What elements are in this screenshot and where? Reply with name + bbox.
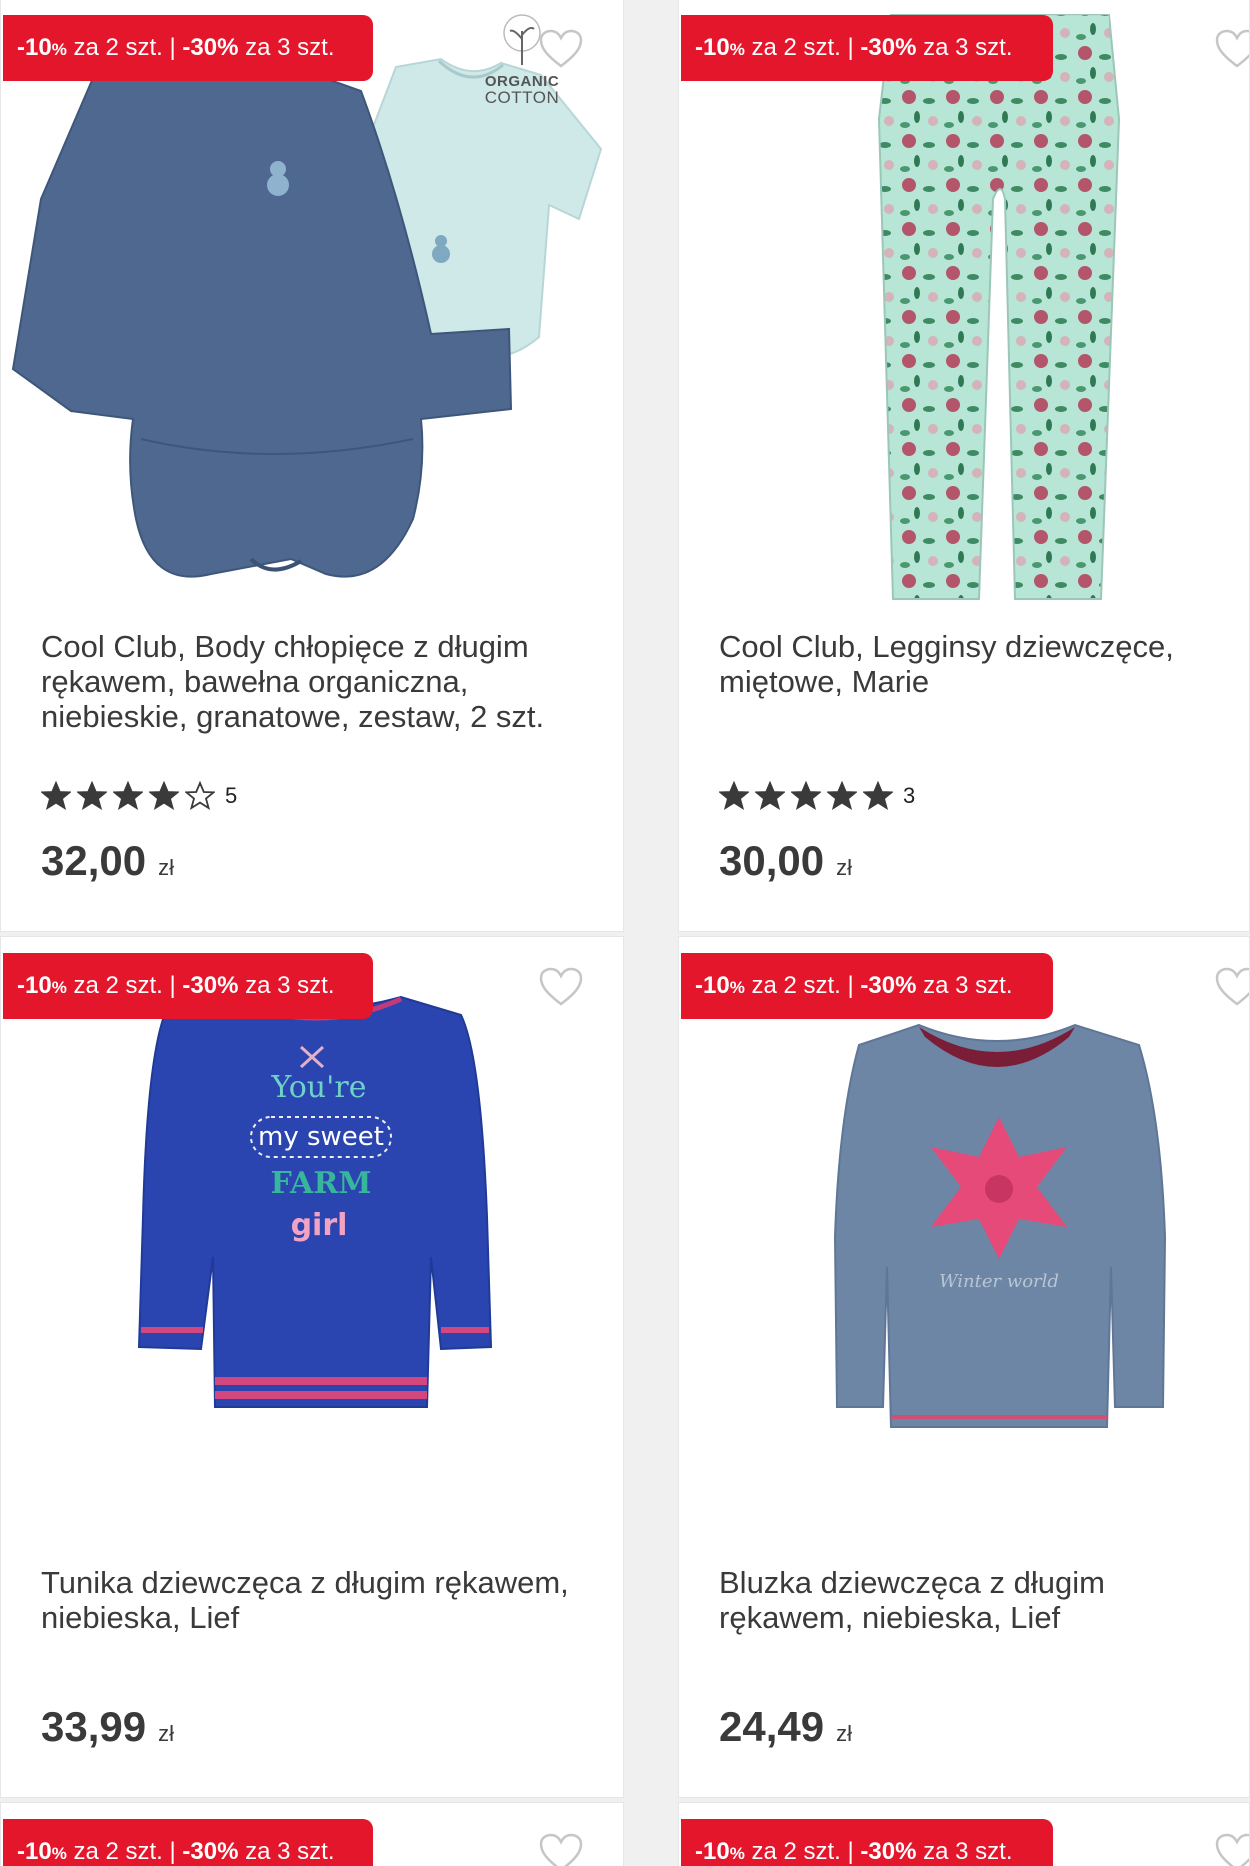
star-filled-icon bbox=[863, 781, 893, 810]
product-card[interactable]: Winter world -10% za 2 szt. | -30% za 3 … bbox=[678, 936, 1250, 1798]
heart-outline-icon[interactable] bbox=[1215, 29, 1250, 69]
shirt-print-text: my sweet bbox=[258, 1122, 384, 1152]
promo-badge: -10% za 2 szt. | -30% za 3 szt. bbox=[681, 1819, 1053, 1866]
shirt-print-text: girl bbox=[291, 1208, 348, 1243]
product-card[interactable]: -10% za 2 szt. | -30% za 3 szt. bbox=[0, 1802, 624, 1866]
review-count: 5 bbox=[225, 783, 238, 808]
star-outline-icon bbox=[185, 781, 215, 810]
product-grid: -10% za 2 szt. | -30% za 3 szt. ORGANIC … bbox=[0, 0, 1250, 1866]
star-filled-icon bbox=[719, 781, 749, 810]
rating-stars: 3 bbox=[719, 779, 915, 813]
heart-outline-icon[interactable] bbox=[539, 1833, 583, 1866]
star-filled-icon bbox=[113, 781, 143, 810]
promo-badge: -10% za 2 szt. | -30% za 3 szt. bbox=[3, 953, 373, 1019]
product-card[interactable]: -10% za 2 szt. | -30% za 3 szt. ORGANIC … bbox=[0, 0, 624, 932]
promo-badge: -10% za 2 szt. | -30% za 3 szt. bbox=[681, 15, 1053, 81]
rating-stars: 5 bbox=[41, 779, 237, 813]
product-price: 33,99 zł bbox=[41, 1703, 174, 1750]
heart-outline-icon[interactable] bbox=[539, 967, 583, 1007]
promo-badge: -10% za 2 szt. | -30% za 3 szt. bbox=[3, 1819, 373, 1866]
heart-outline-icon[interactable] bbox=[1215, 967, 1250, 1007]
product-title[interactable]: Cool Club, Legginsy dziewczęce, miętowe,… bbox=[719, 629, 1219, 699]
product-image-leggings[interactable] bbox=[679, 0, 1249, 609]
heart-outline-icon[interactable] bbox=[1215, 1833, 1250, 1866]
product-card[interactable]: -10% za 2 szt. | -30% za 3 szt. Cool Clu… bbox=[678, 0, 1250, 932]
cotton-plant-icon bbox=[503, 14, 541, 65]
star-filled-icon bbox=[77, 781, 107, 810]
product-card[interactable]: You're my sweet FARM girl -10% za 2 szt.… bbox=[0, 936, 624, 1798]
organic-label: ORGANIC bbox=[484, 73, 560, 90]
shirt-print-text: FARM bbox=[271, 1166, 372, 1201]
product-price: 24,49 zł bbox=[719, 1703, 852, 1750]
review-count: 3 bbox=[903, 783, 916, 808]
promo-badge: -10% za 2 szt. | -30% za 3 szt. bbox=[3, 15, 373, 81]
product-title[interactable]: Tunika dziewczęca z długim rękawem, nieb… bbox=[41, 1565, 581, 1635]
promo-badge: -10% za 2 szt. | -30% za 3 szt. bbox=[681, 953, 1053, 1019]
product-image-blouse[interactable]: Winter world bbox=[679, 937, 1249, 1547]
star-filled-icon bbox=[827, 781, 857, 810]
star-filled-icon bbox=[149, 781, 179, 810]
cotton-label: COTTON bbox=[484, 88, 560, 107]
shirt-print-text: Winter world bbox=[939, 1271, 1059, 1292]
product-card[interactable]: -10% za 2 szt. | -30% za 3 szt. bbox=[678, 1802, 1250, 1866]
shirt-print-text: You're bbox=[271, 1070, 367, 1105]
star-filled-icon bbox=[41, 781, 71, 810]
heart-outline-icon[interactable] bbox=[539, 29, 583, 69]
product-image-tunic[interactable]: You're my sweet FARM girl bbox=[1, 937, 623, 1547]
star-filled-icon bbox=[791, 781, 821, 810]
product-price: 30,00 zł bbox=[719, 837, 852, 884]
product-title[interactable]: Cool Club, Body chłopięce z długim rękaw… bbox=[41, 629, 581, 734]
product-title[interactable]: Bluzka dziewczęca z długim rękawem, nieb… bbox=[719, 1565, 1219, 1635]
product-price: 32,00 zł bbox=[41, 837, 174, 884]
star-filled-icon bbox=[755, 781, 785, 810]
